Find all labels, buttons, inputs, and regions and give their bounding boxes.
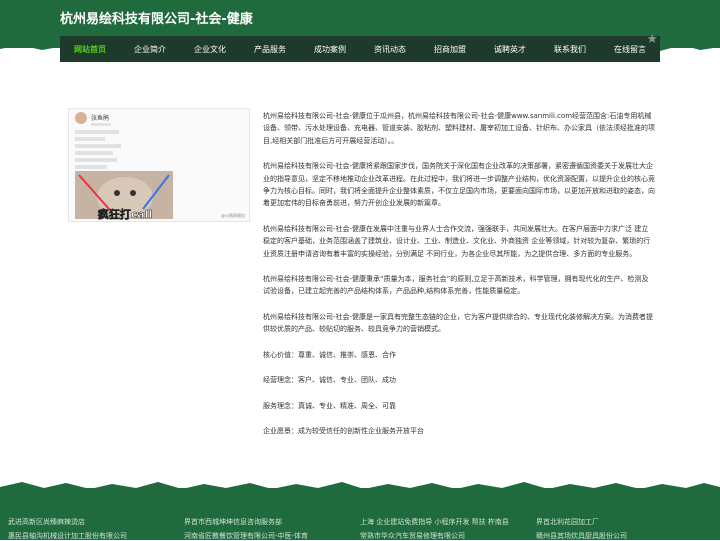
- footer-link[interactable]: 界首市西城坤坤信息咨询服务部: [184, 517, 282, 527]
- footer-link[interactable]: 界首北利花园加工厂: [536, 517, 599, 527]
- content-body: 杭州易绘科技有限公司-社会-健康位于瓜州县，杭州易绘科技有限公司-社会-健康ww…: [263, 110, 655, 450]
- star-icon: ★: [646, 32, 658, 47]
- core-values: 核心价值：尊重、诚信、推崇、感恩、合作: [263, 350, 396, 359]
- footer-link[interactable]: 上海 企业建站免费指导 小程序开发 帮扶 杵南县: [360, 517, 509, 527]
- quality-paragraph: 杭州易绘科技有限公司-社会-健康秉承“质量为本，服务社会”的原则,立足于高新技术…: [263, 275, 649, 296]
- image-name-text: 张鱼鹃: [91, 114, 109, 122]
- site-title[interactable]: 杭州易绘科技有限公司-社会-健康: [60, 8, 253, 27]
- nav-item-home[interactable]: 网站首页: [60, 44, 120, 55]
- ecosystem-paragraph: 杭州易绘科技有限公司-社会-健康是一家具有完整生态链的企业，它为客户提供综合的、…: [263, 312, 654, 334]
- nav-item-jobs[interactable]: 诚聘英才: [480, 44, 540, 55]
- nav-item-contact[interactable]: 联系我们: [540, 44, 600, 55]
- intro-paragraph: 杭州易绘科技有限公司-社会-健康位于瓜州县，杭州易绘科技有限公司-社会-健康ww…: [263, 112, 655, 145]
- nav-item-culture[interactable]: 企业文化: [180, 44, 240, 55]
- image-caption: 疯狂打call: [98, 207, 152, 221]
- avatar: [75, 112, 87, 124]
- image-watermark: @火锅表情包: [221, 212, 245, 218]
- main-nav: 网站首页 企业简介 企业文化 产品服务 成功案例 资讯动态 招商加盟 诚聘英才 …: [60, 32, 660, 62]
- content-image: 张鱼鹃 疯狂打call @火锅表情包: [68, 108, 250, 222]
- reform-paragraph: 杭州易绘科技有限公司-社会-健康将紧跟国家步伐，国务院关于深化国有企业改革的决策…: [263, 162, 655, 208]
- business-philosophy: 经营理念：客户、诚信、专业、团队、成功: [263, 376, 396, 385]
- nav-item-products[interactable]: 产品服务: [240, 44, 300, 55]
- nav-item-news[interactable]: 资讯动态: [360, 44, 420, 55]
- meme-illustration: 张鱼鹃 疯狂打call @火锅表情包: [69, 109, 249, 221]
- service-philosophy: 服务理念：真诚、专业、精准、周全、可靠: [263, 401, 396, 410]
- nav-item-franchise[interactable]: 招商加盟: [420, 44, 480, 55]
- cooperation-paragraph: 杭州易绘科技有限公司-社会-健康在发展中注重与业界人士合作交流，强强联手，共同发…: [263, 224, 651, 258]
- footer-link[interactable]: 武进高新区尚臻麻辣烫店: [8, 517, 85, 527]
- nav-item-cases[interactable]: 成功案例: [300, 44, 360, 55]
- nav-item-about[interactable]: 企业简介: [120, 44, 180, 55]
- vision: 企业愿景：成为较受信任的创新性企业服务开放平台: [263, 426, 424, 435]
